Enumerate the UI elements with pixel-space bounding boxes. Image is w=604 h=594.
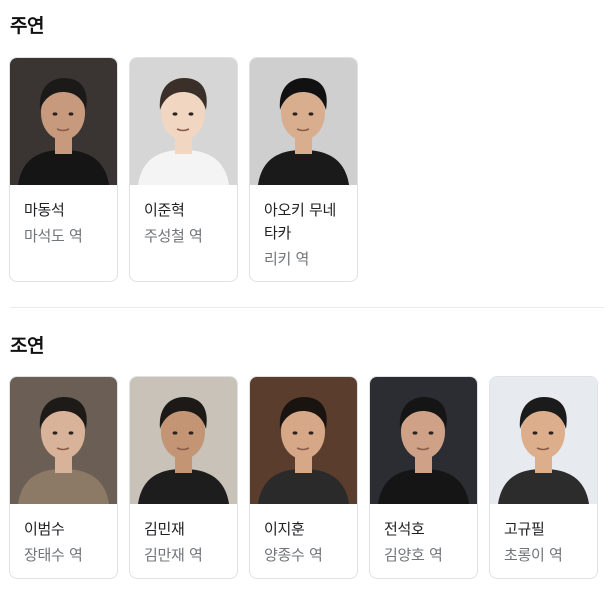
actor-name[interactable]: 이범수 — [24, 518, 117, 541]
actor-name[interactable]: 마동석 — [24, 199, 117, 222]
card-info: 이범수장태수 역 — [10, 504, 117, 567]
section-divider — [10, 307, 604, 308]
actor-photo[interactable] — [370, 377, 477, 504]
card-info: 김민재김만재 역 — [130, 504, 237, 567]
character-role: 주성철 역 — [144, 227, 203, 245]
actor-name[interactable]: 김민재 — [144, 518, 237, 541]
supporting-cast-heading: 조연 — [10, 335, 44, 357]
card-info: 아오키 무네타카리키 역 — [250, 185, 357, 271]
main-cast-heading: 주연 — [10, 15, 44, 37]
character-role: 김만재 역 — [144, 546, 203, 564]
actor-photo[interactable] — [250, 58, 357, 185]
actor-name[interactable]: 고규필 — [504, 518, 597, 541]
card-info: 고규필초롱이 역 — [490, 504, 597, 567]
actor-name[interactable]: 아오키 무네타카 — [264, 199, 357, 245]
main-cast-row: 마동석 마석도 역 이준혁 주성철 역 아오키 무네타카 리키 역 — [9, 57, 369, 282]
main-cast-card[interactable]: 아오키 무네타카리키 역 — [249, 57, 358, 282]
actor-photo[interactable] — [490, 377, 597, 504]
supporting-cast-row: 이범수 장태수 역 김민재 김만재 역 이지훈 양종수 역 전석호 김양호 역 고규필 초롱이 역 — [9, 376, 604, 579]
supporting-cast-card[interactable]: 전석호김양호 역 — [369, 376, 478, 579]
supporting-cast-card[interactable]: 이범수장태수 역 — [9, 376, 118, 579]
character-role: 장태수 역 — [24, 546, 83, 564]
character-role: 양종수 역 — [264, 546, 323, 564]
character-role: 리키 역 — [264, 250, 309, 268]
actor-photo[interactable] — [130, 58, 237, 185]
supporting-cast-card[interactable]: 고규필초롱이 역 — [489, 376, 598, 579]
card-info: 이지훈양종수 역 — [250, 504, 357, 567]
character-role: 마석도 역 — [24, 227, 83, 245]
main-cast-card[interactable]: 마동석마석도 역 — [9, 57, 118, 282]
actor-photo[interactable] — [10, 377, 117, 504]
actor-photo[interactable] — [130, 377, 237, 504]
actor-photo[interactable] — [10, 58, 117, 185]
card-info: 이준혁주성철 역 — [130, 185, 237, 248]
actor-name[interactable]: 이준혁 — [144, 199, 237, 222]
character-role: 김양호 역 — [384, 546, 443, 564]
actor-photo[interactable] — [250, 377, 357, 504]
card-info: 마동석마석도 역 — [10, 185, 117, 248]
supporting-cast-card[interactable]: 김민재김만재 역 — [129, 376, 238, 579]
supporting-cast-card[interactable]: 이지훈양종수 역 — [249, 376, 358, 579]
character-role: 초롱이 역 — [504, 546, 563, 564]
actor-name[interactable]: 이지훈 — [264, 518, 357, 541]
main-cast-card[interactable]: 이준혁주성철 역 — [129, 57, 238, 282]
actor-name[interactable]: 전석호 — [384, 518, 477, 541]
card-info: 전석호김양호 역 — [370, 504, 477, 567]
